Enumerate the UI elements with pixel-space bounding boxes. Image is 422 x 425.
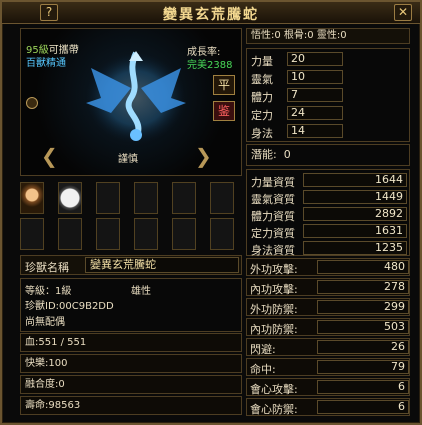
aptitude-row: 定力資質 1631 [247,223,407,240]
fusion-row: 融合度:0 [20,375,242,394]
combat-stat-row: 命中: 79 [246,358,410,376]
combat-stat-row: 會心攻擊: 6 [246,378,410,396]
combat-stat-label: 閃避: [250,343,276,356]
aptitude-label: 靈氣資質 [251,193,295,206]
pet-slot-4[interactable] [134,182,158,214]
combat-stat-label: 內功防禦: [250,323,298,336]
pet-slot-3[interactable] [96,182,120,214]
combat-stat-value: 278 [317,280,409,294]
combat-stat-label: 會心防禦: [250,403,298,416]
combat-stat-row: 閃避: 26 [246,338,410,356]
pet-spouse: 尚無配偶 [25,317,65,328]
attr-value: 10 [287,70,343,84]
growth-value: 完美2388 [187,60,233,71]
top-stats-bar: 悟性:0 根骨:0 靈性:0 [246,28,410,44]
attr-label: 力量 [251,55,273,68]
pet-slot-grid [20,182,242,254]
combat-stat-row: 內功攻擊: 278 [246,278,410,296]
aptitude-label: 身法資質 [251,244,295,257]
window-title: 變異玄荒騰蛇 [163,7,259,23]
aptitude-row: 靈氣資質 1449 [247,189,407,206]
skill-badge: 百獸精通 [26,58,66,69]
pet-slot-12[interactable] [210,218,234,250]
rotate-icon[interactable] [26,97,38,109]
aptitude-value: 1644 [303,173,407,187]
combat-stat-value: 6 [317,400,409,414]
attr-value: 20 [287,52,343,66]
aptitude-value: 2892 [303,207,407,221]
rotate-right-icon[interactable]: ❯ [195,144,212,168]
attr-label: 定力 [251,109,273,122]
pet-window: ? 變異玄荒騰蛇 ✕ 95級可攜帶 百獸精通 成長率: 完美2388 平 鉴 ❮… [0,0,422,425]
ping-button[interactable]: 平 [213,75,235,95]
aptitude-label: 體力資質 [251,210,295,223]
pet-id: 珍獸ID:00C9B2DD [25,301,114,312]
pet-slot-10[interactable] [134,218,158,250]
aptitude-panel: 力量資質 1644 靈氣資質 1449 體力資質 2892 定力資質 1631 身法資質… [246,169,410,257]
attr-row: 靈氣 10 [247,69,407,86]
pet-slot-7[interactable] [20,218,44,250]
combat-stat-label: 外功攻擊: [250,263,298,276]
pet-name-row: 珍獸名稱 變異玄荒騰蛇 [20,255,242,275]
combat-stat-label: 內功攻擊: [250,283,298,296]
title-bar[interactable]: ? 變異玄荒騰蛇 ✕ [2,2,420,24]
pet-slot-9[interactable] [96,218,120,250]
pet-slot-5[interactable] [172,182,196,214]
combat-stat-row: 會心防禦: 6 [246,398,410,416]
pet-slot-1[interactable] [20,182,44,214]
potential-value: 0 [283,148,291,161]
happiness-row: 快樂:100 [20,354,242,373]
aptitude-row: 力量資質 1644 [247,172,407,189]
attr-row: 力量 20 [247,51,407,68]
pet-slot-2[interactable] [58,182,82,214]
pet-gender: 雄性 [131,286,151,297]
combat-stat-value: 503 [317,320,409,334]
appraise-button[interactable]: 鉴 [213,101,235,121]
pet-slot-8[interactable] [58,218,82,250]
combat-stat-row: 外功攻擊: 480 [246,258,410,276]
attr-label: 靈氣 [251,73,273,86]
pet-slot-6[interactable] [210,182,234,214]
potential-row: 潛能: 0 [246,144,410,166]
pet-name-input[interactable]: 變異玄荒騰蛇 [85,257,239,273]
temperament-label: 謹慎 [118,154,138,165]
aptitude-value: 1449 [303,190,407,204]
pet-info-panel: 等級：1級 雄性 珍獸ID:00C9B2DD 尚無配偶 [20,278,242,332]
combat-stat-label: 外功防禦: [250,303,298,316]
pet-slot-11[interactable] [172,218,196,250]
potential-label: 潛能: [251,148,277,161]
combat-stat-label: 命中: [250,363,276,376]
aptitude-label: 定力資質 [251,227,295,240]
aptitude-value: 1631 [303,224,407,238]
attr-row: 體力 7 [247,87,407,104]
attr-label: 身法 [251,127,273,140]
pet-model-image [86,51,186,143]
lifespan-row: 壽命:98563 [20,396,242,415]
attr-row: 身法 14 [247,123,407,140]
combat-stat-label: 會心攻擊: [250,383,298,396]
pet-portrait-panel: 95級可攜帶 百獸精通 成長率: 完美2388 平 鉴 ❮ ❯ 謹慎 [20,28,242,176]
attr-label: 體力 [251,91,273,104]
aptitude-label: 力量資質 [251,176,295,189]
aptitude-row: 身法資質 1235 [247,240,407,257]
blood-row: 血:551 / 551 [20,333,242,352]
attr-row: 定力 24 [247,105,407,122]
close-icon[interactable]: ✕ [394,4,412,21]
combat-stat-value: 6 [317,380,409,394]
attr-value: 7 [287,88,343,102]
combat-stat-value: 299 [317,300,409,314]
combat-stat-value: 480 [317,260,409,274]
combat-stat-value: 79 [317,360,409,374]
aptitude-row: 體力資質 2892 [247,206,407,223]
attr-value: 14 [287,124,343,138]
attr-value: 24 [287,106,343,120]
rotate-left-icon[interactable]: ❮ [41,144,58,168]
combat-stat-value: 26 [317,340,409,354]
combat-stat-row: 內功防禦: 503 [246,318,410,336]
aptitude-value: 1235 [303,241,407,255]
pet-level: 等級：1級 [25,286,72,297]
attributes-panel: 力量 20 靈氣 10 體力 7 定力 24 身法 14 [246,48,410,142]
pet-name-label: 珍獸名稱 [25,261,69,274]
combat-stat-row: 外功防禦: 299 [246,298,410,316]
